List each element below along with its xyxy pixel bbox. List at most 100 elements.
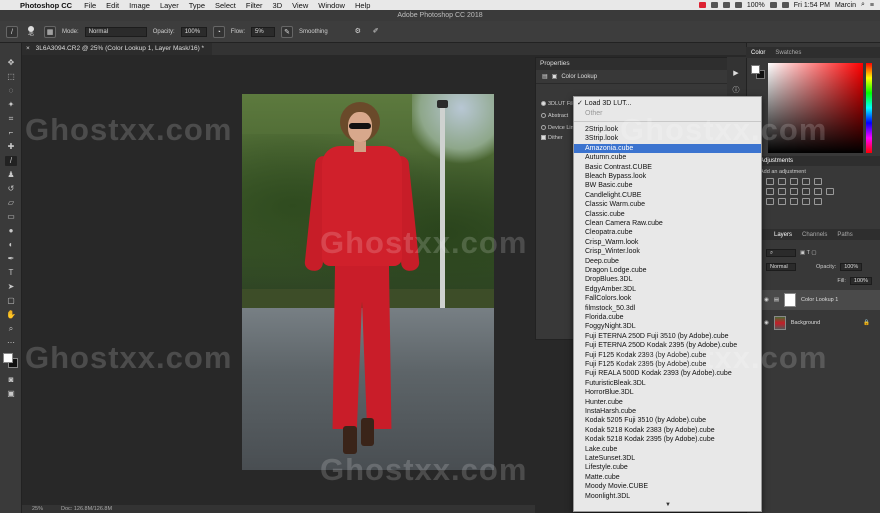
menu-type[interactable]: Type — [184, 1, 210, 10]
menu-file[interactable]: File — [79, 1, 101, 10]
hue-slider[interactable] — [866, 63, 872, 153]
stamp-tool-icon[interactable]: ♟ — [5, 170, 17, 180]
layer-kind-filter[interactable]: ⌕ — [766, 249, 796, 257]
foreground-color-swatch[interactable] — [3, 353, 13, 363]
gradient-map-icon[interactable] — [802, 198, 810, 205]
photo-filter-icon[interactable] — [802, 188, 810, 195]
menu-3d[interactable]: 3D — [268, 1, 288, 10]
dodge-tool-icon[interactable]: ◐ — [5, 240, 17, 250]
radio-abstract[interactable] — [541, 113, 546, 119]
color-panel-foreground-swatch[interactable] — [751, 65, 760, 74]
menu-item-lut[interactable]: Bleach Bypass.look — [574, 172, 761, 181]
layer-thumbnail[interactable] — [773, 316, 786, 330]
panel-info-icon[interactable]: ⓘ — [731, 85, 741, 94]
vibrance-icon[interactable] — [814, 178, 822, 185]
menu-item-lut[interactable]: Candlelight.CUBE — [574, 191, 761, 200]
menu-help[interactable]: Help — [350, 1, 375, 10]
menu-item-lut[interactable]: 2Strip.look — [574, 125, 761, 134]
menu-item-load-3d-lut[interactable]: ✓ Load 3D LUT... — [574, 99, 761, 108]
airbrush-icon[interactable]: ✎ — [281, 25, 294, 38]
wifi-icon[interactable] — [722, 2, 730, 8]
menu-item-lut[interactable]: InstaHarsh.cube — [574, 407, 761, 416]
menu-item-lut[interactable]: Fuji ETERNA 250D Kodak 2395 (by Adobe).c… — [574, 341, 761, 350]
menu-item-lut[interactable]: Lifestyle.cube — [574, 463, 761, 472]
menu-item-lut[interactable]: Kodak 5205 Fuji 3510 (by Adobe).cube — [574, 416, 761, 425]
document-tab[interactable]: × 3L6A3094.CR2 @ 25% (Color Lookup 1, La… — [22, 43, 212, 55]
menu-item-lut[interactable]: Florida.cube — [574, 313, 761, 322]
menu-item-lut[interactable]: HorrorBlue.3DL — [574, 388, 761, 397]
menu-filter[interactable]: Filter — [241, 1, 268, 10]
menu-item-lut[interactable]: Fuji F125 Kodak 2395 (by Adobe).cube — [574, 360, 761, 369]
selective-color-icon[interactable] — [814, 198, 822, 205]
tab-layers[interactable]: Layers — [774, 232, 792, 238]
adjustments-title[interactable]: Adjustments — [746, 156, 880, 166]
user-name[interactable]: Marcin — [835, 2, 856, 9]
document-image[interactable] — [242, 94, 494, 470]
brush-tool-icon[interactable]: / — [6, 25, 18, 38]
menu-item-lut[interactable]: Kodak 5218 Kodak 2383 (by Adobe).cube — [574, 426, 761, 435]
layer-mask-thumbnail[interactable] — [784, 293, 797, 307]
mode-select[interactable]: Normal — [84, 26, 147, 37]
menu-item-lut[interactable]: Moody Movie.CUBE — [574, 482, 761, 491]
option-dither[interactable]: Dither — [541, 135, 563, 141]
history-brush-tool-icon[interactable]: ↺ — [5, 184, 17, 194]
layer-opacity-field[interactable]: 100% — [840, 263, 863, 271]
menu-layer[interactable]: Layer — [155, 1, 184, 10]
menu-item-lut[interactable]: Fuji ETERNA 250D Fuji 3510 (by Adobe).cu… — [574, 332, 761, 341]
menu-edit[interactable]: Edit — [101, 1, 124, 10]
marquee-tool-icon[interactable]: ⬚ — [5, 72, 17, 82]
menu-item-lut[interactable]: Clean Camera Raw.cube — [574, 219, 761, 228]
close-icon[interactable]: × — [26, 45, 30, 52]
document-size[interactable]: Doc: 126.8M/126.8M — [61, 505, 112, 513]
blur-tool-icon[interactable]: ● — [5, 226, 17, 236]
brush-tool-icon[interactable]: / — [5, 156, 17, 166]
filter-icons[interactable]: ▣ T ▢ — [800, 250, 817, 256]
menu-view[interactable]: View — [287, 1, 313, 10]
menu-item-lut[interactable]: Fuji F125 Kodak 2393 (by Adobe).cube — [574, 351, 761, 360]
pen-tool-icon[interactable]: ✒ — [5, 254, 17, 264]
type-tool-icon[interactable]: T — [5, 268, 17, 278]
tab-paths[interactable]: Paths — [837, 232, 852, 238]
menu-image[interactable]: Image — [124, 1, 155, 10]
brush-settings-icon[interactable]: ▦ — [44, 25, 56, 38]
menu-item-lut[interactable]: Basic Contrast.CUBE — [574, 163, 761, 172]
menu-item-lut[interactable]: Deep.cube — [574, 257, 761, 266]
record-icon[interactable] — [698, 2, 706, 8]
mask-icon[interactable]: ▣ — [552, 73, 558, 80]
layer-row-background[interactable]: ◉ Background 🔒 — [760, 313, 880, 333]
exposure-icon[interactable] — [802, 178, 810, 185]
brightness-icon[interactable] — [766, 178, 774, 185]
menu-item-lut[interactable]: 3Strip.look — [574, 134, 761, 143]
menu-item-lut[interactable]: Hunter.cube — [574, 398, 761, 407]
menu-item-lut[interactable]: Crisp_Winter.look — [574, 247, 761, 256]
option-device-link[interactable]: Device Link — [541, 125, 576, 131]
screen-mode-icon[interactable]: ▣ — [5, 389, 17, 399]
menu-app-name[interactable]: Photoshop CC — [18, 1, 79, 10]
lasso-tool-icon[interactable]: ◌ — [5, 86, 17, 96]
color-balance-icon[interactable] — [778, 188, 786, 195]
flow-field[interactable]: 5% — [251, 26, 276, 37]
menu-item-lut[interactable]: Moonlight.3DL — [574, 492, 761, 501]
healing-tool-icon[interactable]: ✚ — [5, 142, 17, 152]
radio-3dlut[interactable] — [541, 101, 546, 107]
flag-icon[interactable] — [781, 2, 789, 8]
menu-item-lut[interactable]: Cleopatra.cube — [574, 228, 761, 237]
menu-item-lut[interactable]: FoggyNight.3DL — [574, 322, 761, 331]
threshold-icon[interactable] — [790, 198, 798, 205]
opacity-field[interactable]: 100% — [180, 26, 207, 37]
menu-item-lut[interactable]: Crisp_Warm.look — [574, 238, 761, 247]
posterize-icon[interactable] — [778, 198, 786, 205]
quick-select-tool-icon[interactable]: ✦ — [5, 100, 17, 110]
menu-item-lut[interactable]: Dragon Lodge.cube — [574, 266, 761, 275]
pressure-size-icon[interactable]: ✐ — [370, 26, 382, 38]
cloud-icon[interactable] — [710, 2, 718, 8]
option-3dlut-file[interactable]: 3DLUT File — [541, 101, 576, 107]
pressure-opacity-icon[interactable]: ◔ — [212, 25, 225, 38]
menu-item-lut[interactable]: filmstock_50.3dl — [574, 304, 761, 313]
color-field[interactable] — [768, 63, 863, 153]
menu-item-lut[interactable]: Classic.cube — [574, 210, 761, 219]
move-tool-icon[interactable]: ✥ — [5, 58, 17, 68]
volume-icon[interactable] — [734, 2, 742, 8]
layer-row-color-lookup[interactable]: ◉ ▤ Color Lookup 1 — [760, 290, 880, 310]
panel-play-icon[interactable]: ▶ — [731, 69, 741, 77]
